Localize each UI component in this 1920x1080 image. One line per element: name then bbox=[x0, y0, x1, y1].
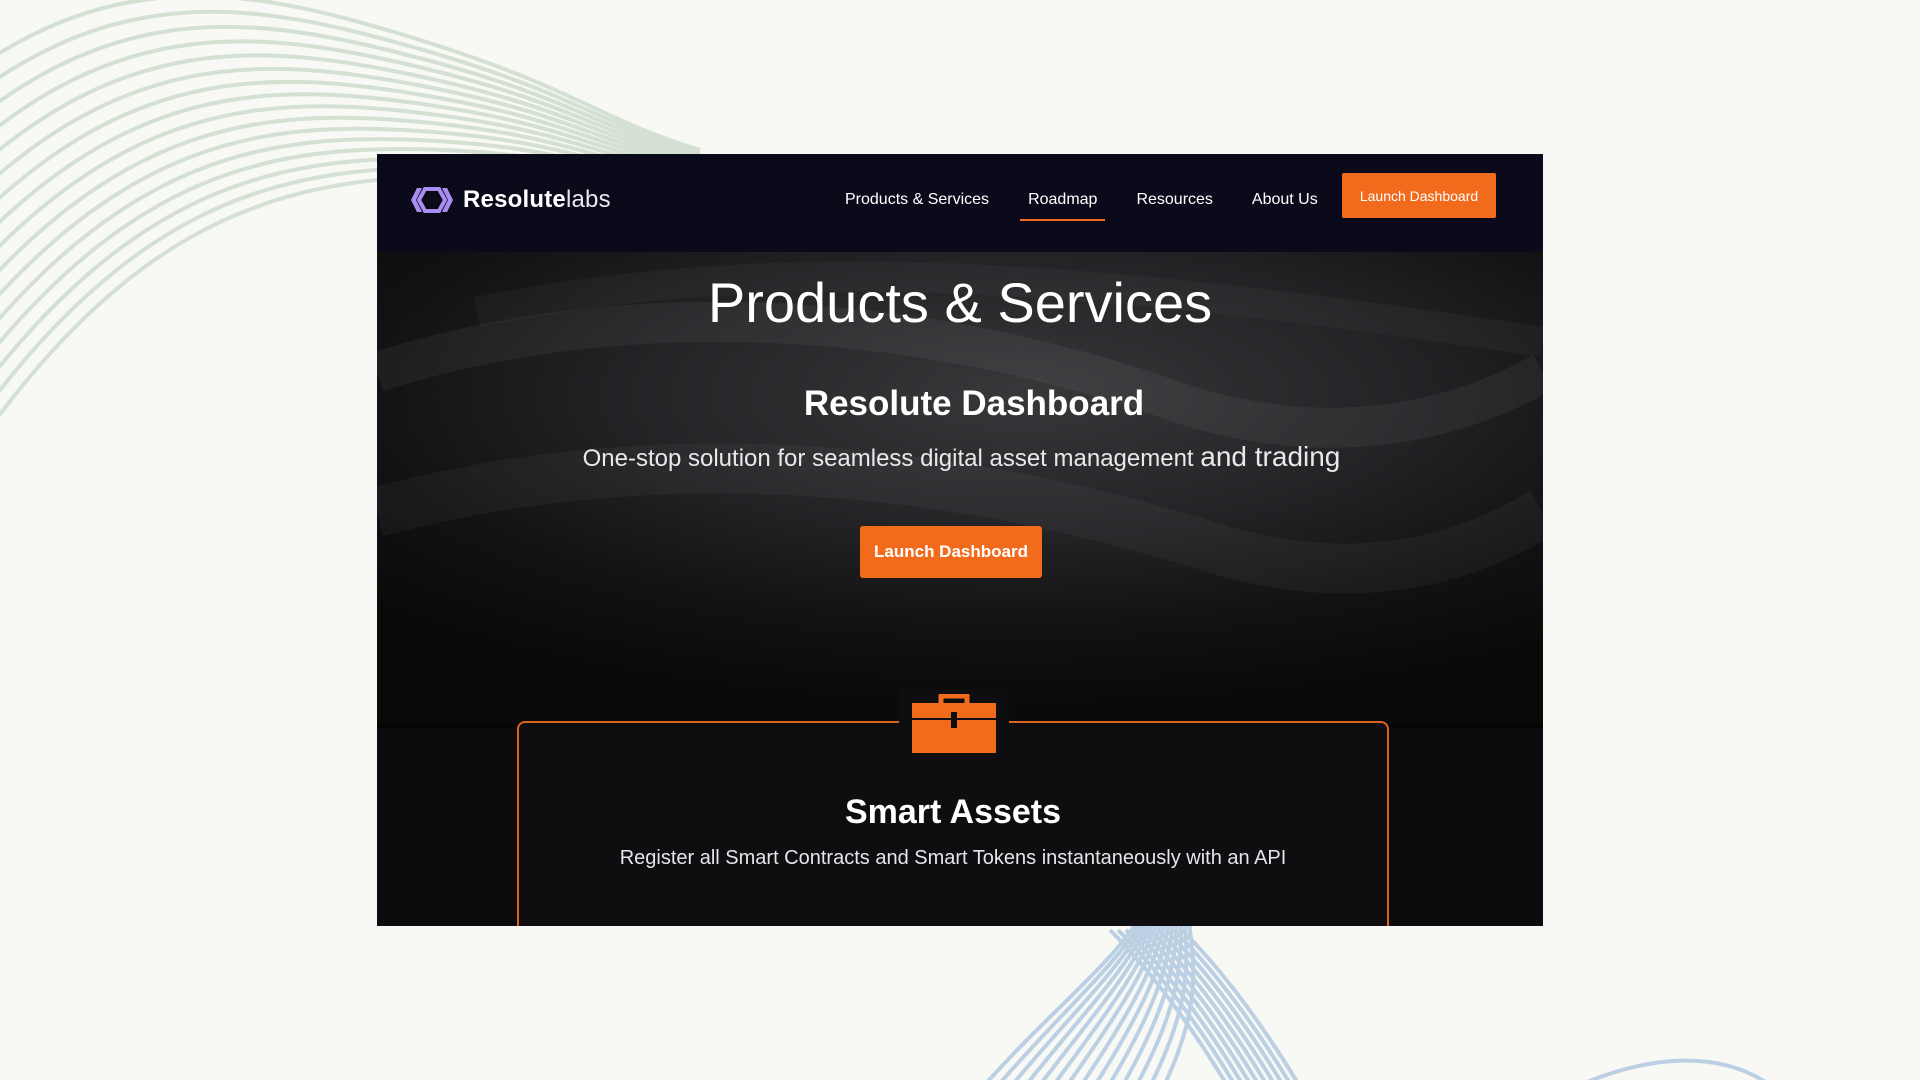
hero-launch-dashboard-button[interactable]: Launch Dashboard bbox=[860, 526, 1042, 578]
decor-wave-line bbox=[0, 24, 701, 158]
nav-link-resources[interactable]: Resources bbox=[1128, 181, 1220, 221]
product-description-part1: One-stop solution for seamless digital a… bbox=[582, 445, 1201, 472]
hero-section: Products & Services Resolute Dashboard O… bbox=[377, 252, 1543, 728]
logo[interactable]: Resolutelabs bbox=[407, 182, 611, 218]
feature-card-icon-holder bbox=[899, 689, 1009, 759]
feature-card-description: Register all Smart Contracts and Smart T… bbox=[619, 847, 1287, 869]
nav-link-products-services[interactable]: Products & Services bbox=[837, 181, 997, 221]
decor-wave-line bbox=[1587, 1058, 1766, 1080]
hexagon-logo-icon bbox=[411, 187, 453, 213]
logo-wordmark: Resolutelabs bbox=[463, 186, 611, 214]
nav-link-roadmap[interactable]: Roadmap bbox=[1020, 181, 1106, 221]
logo-name-strong: Resolute bbox=[463, 186, 566, 213]
product-description: One-stop solution for seamless digital a… bbox=[377, 441, 1543, 473]
page-title: Products & Services bbox=[707, 271, 1213, 334]
decor-wave-line bbox=[0, 9, 701, 155]
nav-links: Products & Services Roadmap Resources Ab… bbox=[837, 181, 1349, 221]
product-subtitle: Resolute Dashboard bbox=[803, 384, 1145, 423]
browser-screenshot: Resolutelabs Products & Services Roadmap… bbox=[377, 154, 1543, 926]
nav-launch-dashboard-button[interactable]: Launch Dashboard bbox=[1342, 173, 1496, 218]
top-navbar: Resolutelabs Products & Services Roadmap… bbox=[377, 154, 1543, 252]
briefcase-icon bbox=[912, 694, 996, 753]
logo-name-light: labs bbox=[565, 186, 611, 213]
nav-link-about-us[interactable]: About Us bbox=[1244, 181, 1326, 221]
product-description-part2: and trading bbox=[1200, 441, 1341, 472]
feature-card-title: Smart Assets bbox=[844, 793, 1062, 831]
